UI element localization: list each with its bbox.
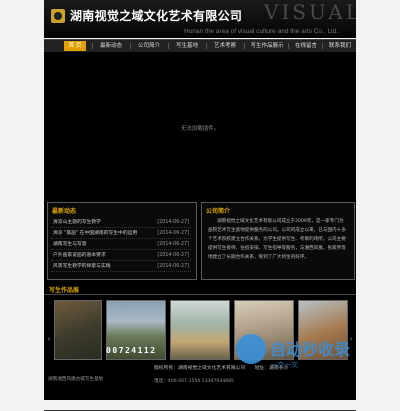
gallery-thumb[interactable] xyxy=(54,300,102,360)
intro-text: 湖南视觉之域文化艺术有限公司成立于2009年，是一家专门为画院艺术写生基地提供服… xyxy=(208,219,346,260)
site-header: 湖南视觉之域文化艺术有限公司 VISUAL Hunan the area of … xyxy=(44,0,356,38)
news-row-title[interactable]: 户外画家说画的基本要求 xyxy=(53,252,153,260)
news-row[interactable]: 清凉 "美画" 在中国湖南的写生中的运用 [2014-06-27] xyxy=(51,230,191,239)
company-name: 湖南视觉之域文化艺术有限公司 xyxy=(70,9,243,23)
nav-divider xyxy=(206,43,207,49)
news-row-date: [2014-06-27] xyxy=(157,253,189,258)
news-row-title[interactable]: 清凉 "美画" 在中国湖南的写生中的运用 xyxy=(53,230,153,238)
news-row[interactable]: 风景写生教学的探索与实践 [2014-06-27] xyxy=(51,263,191,272)
gallery-title: 写生作品展 xyxy=(49,287,80,294)
news-row-title[interactable]: 清凉山主题的写生教学 xyxy=(53,219,153,227)
main-nav: 首 页 最新动态 公司简介 写生基地 艺术考察 写生作品展示 在线留言 联系我们 xyxy=(44,39,356,53)
news-row[interactable]: 湖南写生与写意 [2014-06-27] xyxy=(51,241,191,250)
plugin-notice: 无法加载插件。 xyxy=(180,126,220,132)
logo-icon[interactable] xyxy=(51,9,65,23)
nav-divider xyxy=(288,43,289,49)
nav-item-about[interactable]: 公司简介 xyxy=(134,41,164,51)
nav-item-study[interactable]: 艺术考察 xyxy=(210,41,240,51)
nav-divider xyxy=(244,43,245,49)
visit-counter: 00724112 xyxy=(106,346,157,355)
news-row-date: [2014-06-27] xyxy=(157,231,189,236)
news-row-date: [2014-06-27] xyxy=(157,242,189,247)
intro-title: 公司简介 xyxy=(206,208,231,215)
watermark-text: 自动秒收录 xyxy=(270,340,351,359)
header-slogan: Hunan the area of visual culture and the… xyxy=(184,28,339,35)
nav-item-works[interactable]: 写生作品展示 xyxy=(248,41,286,51)
footer-left-text: 湖南湘西凤凰古城写生基地 xyxy=(48,377,104,382)
brand-word: VISUAL xyxy=(264,0,356,24)
nav-divider xyxy=(92,43,93,49)
nav-item-home[interactable]: 首 页 xyxy=(64,41,86,51)
news-title: 最新动态 xyxy=(52,208,77,215)
gallery-thumb[interactable] xyxy=(170,300,230,360)
news-row-title[interactable]: 风景写生教学的探索与实践 xyxy=(53,263,153,271)
nav-item-base[interactable]: 写生基地 xyxy=(172,41,202,51)
news-row[interactable]: 清凉山主题的写生教学 [2014-06-27] xyxy=(51,219,191,228)
nav-item-message[interactable]: 在线留言 xyxy=(292,41,320,51)
news-row-date: [2014-06-27] xyxy=(157,220,189,225)
nav-item-contact[interactable]: 联系我们 xyxy=(326,41,354,51)
intro-panel: 公司简介 湖南视觉之域文化艺术有限公司成立于2009年，是一家专门为画院艺术写生… xyxy=(201,202,355,280)
watermark: 自动秒收录 一次一次 xyxy=(236,330,386,390)
nav-item-news[interactable]: 最新动态 xyxy=(96,41,126,51)
gallery-prev-arrow[interactable]: ‹ xyxy=(46,334,52,344)
gallery-divider xyxy=(44,294,356,295)
watermark-subtext: 一次一次 xyxy=(270,361,298,369)
nav-divider xyxy=(168,43,169,49)
nav-divider xyxy=(322,43,323,49)
news-row[interactable]: 户外画家说画的基本要求 [2014-06-27] xyxy=(51,252,191,261)
watermark-logo-icon xyxy=(236,334,266,364)
news-row-date: [2014-06-27] xyxy=(157,264,189,269)
nav-divider xyxy=(130,43,131,49)
news-row-title[interactable]: 湖南写生与写意 xyxy=(53,241,153,249)
footer-phone: 电话：400-007-1550 13307934885 xyxy=(154,379,234,384)
news-panel: 最新动态 清凉山主题的写生教学 [2014-06-27] 清凉 "美画" 在中国… xyxy=(47,202,197,280)
